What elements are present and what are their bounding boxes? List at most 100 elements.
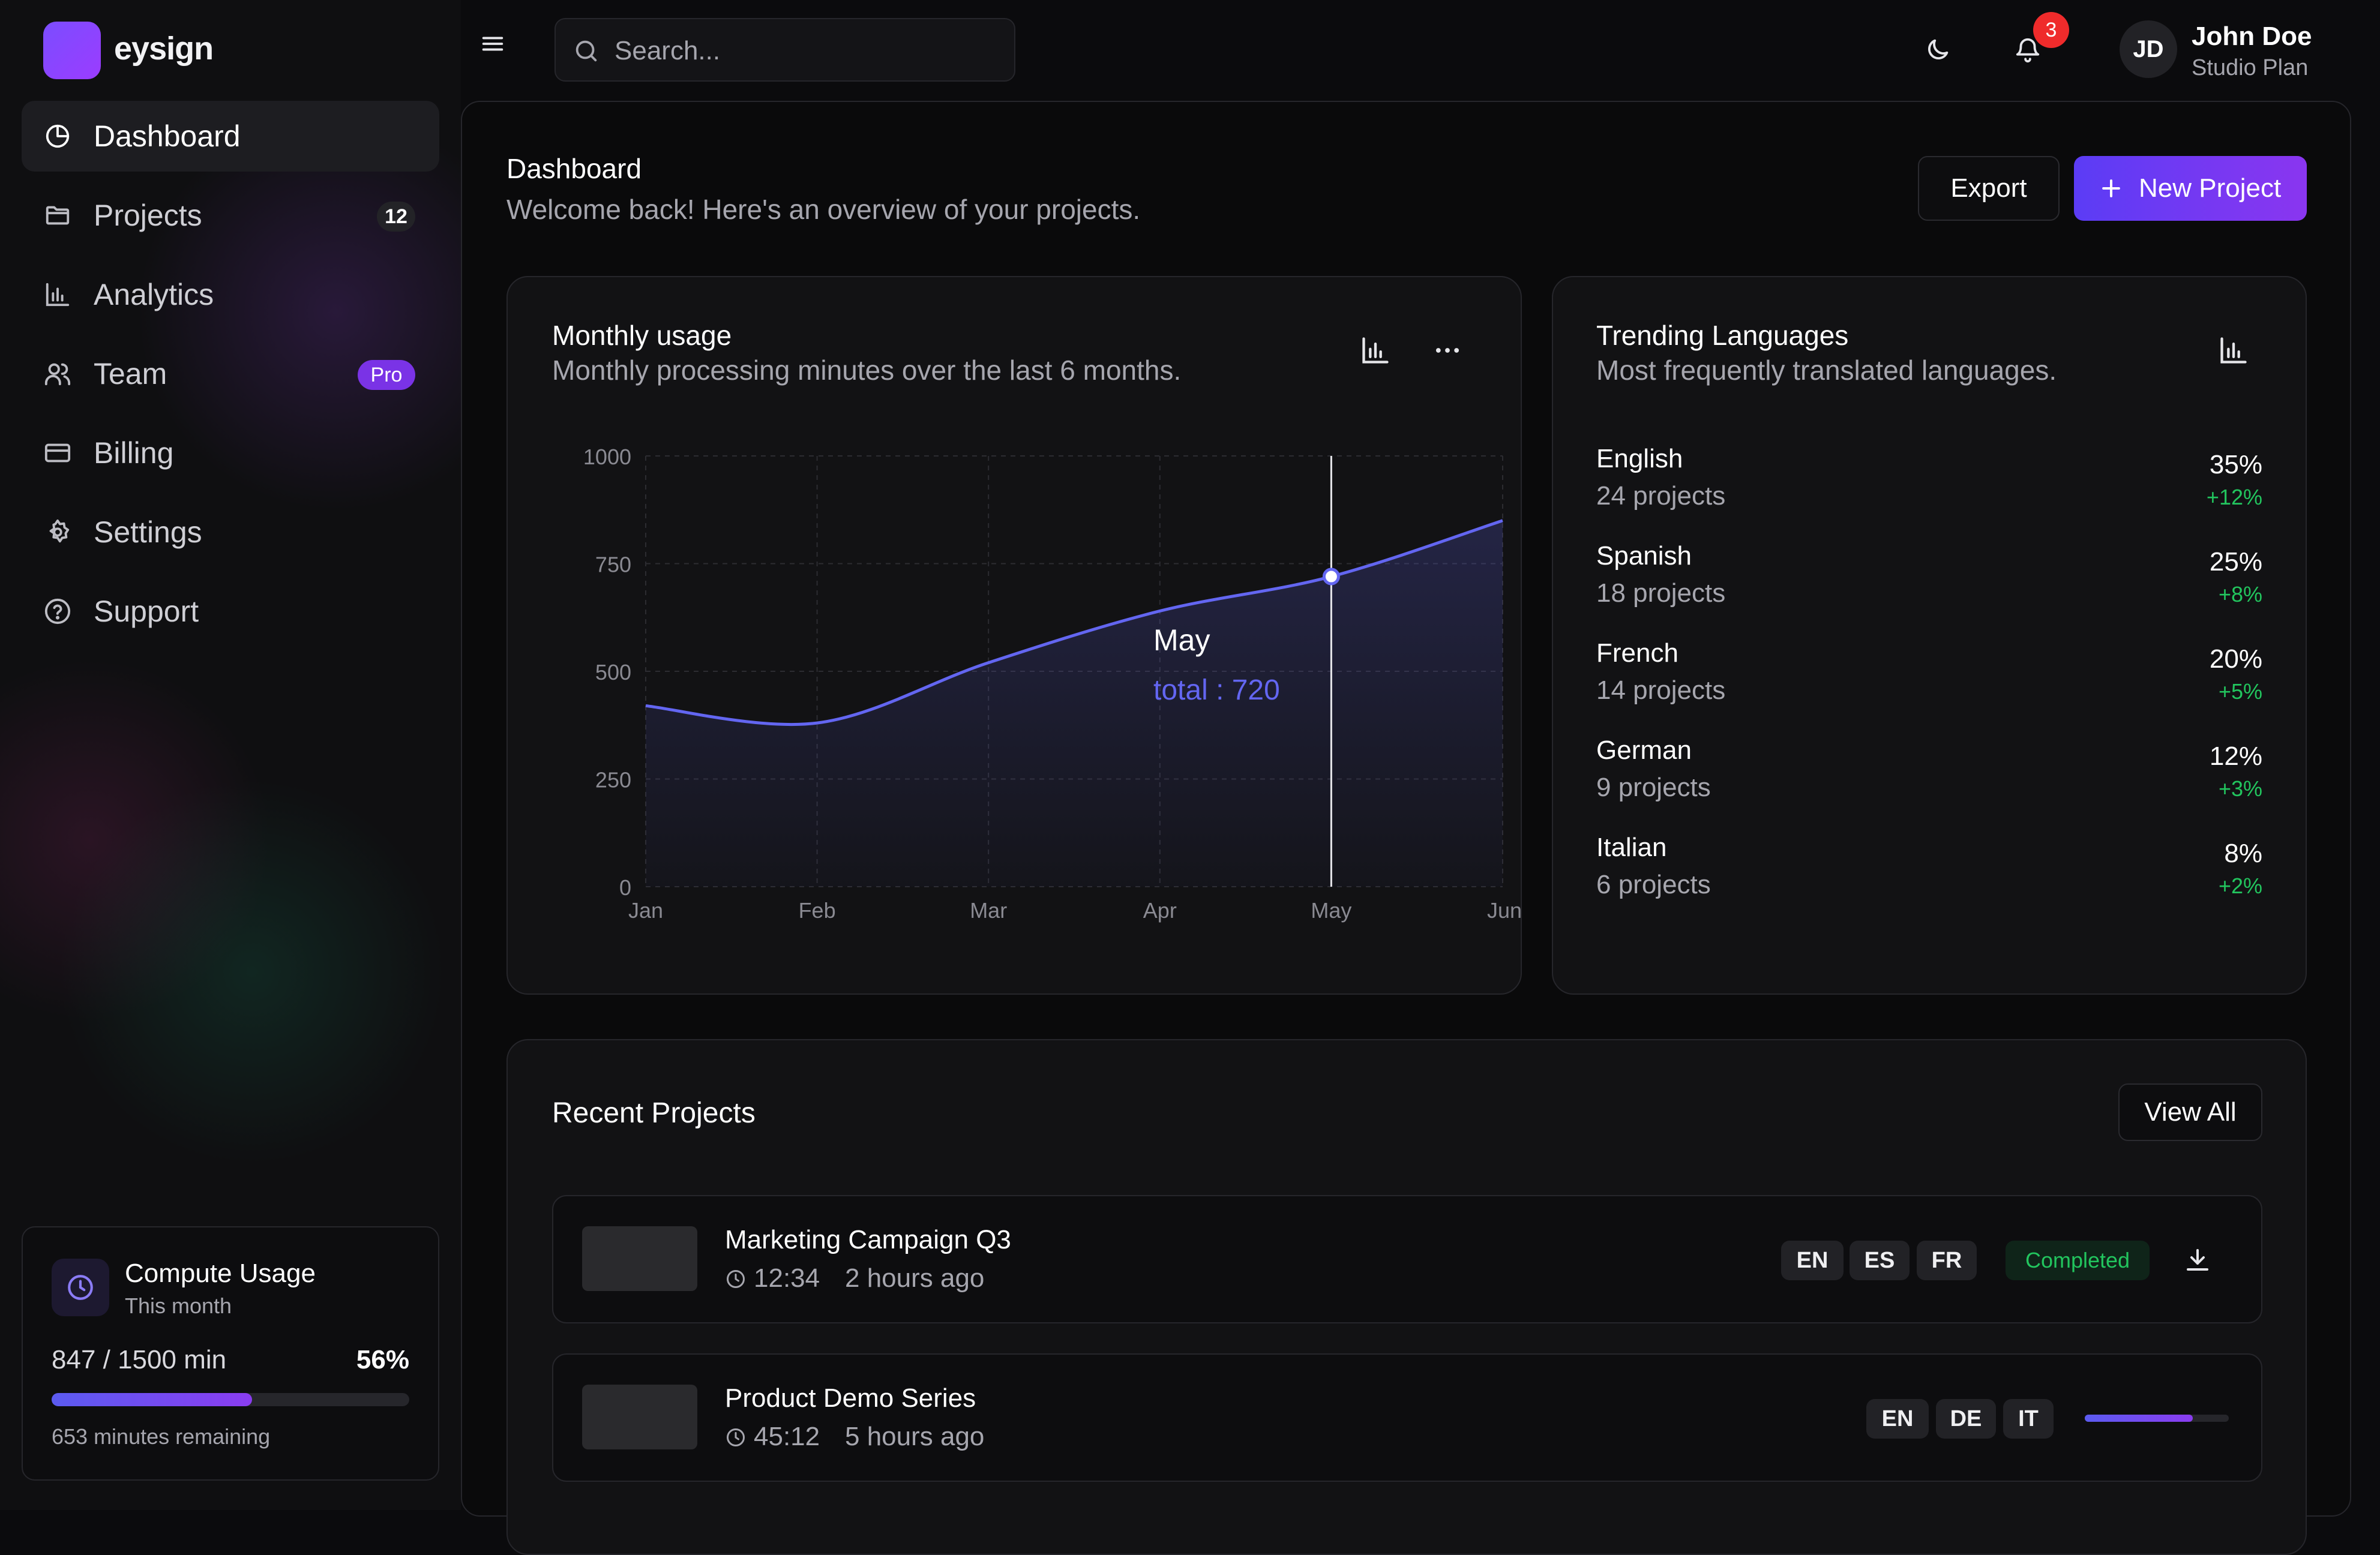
export-button[interactable]: Export — [1918, 156, 2060, 221]
search-box[interactable]: Search... — [554, 18, 1015, 82]
sidebar-item-team[interactable]: Team Pro — [22, 338, 439, 409]
chart-tooltip-month: May — [1153, 623, 1210, 657]
search-input[interactable]: Search... — [615, 36, 720, 66]
clock-icon — [727, 1270, 745, 1288]
language-projects: 24 projects — [1596, 481, 1726, 511]
language-chip: IT — [2003, 1399, 2054, 1439]
avatar[interactable]: JD — [2120, 20, 2177, 78]
language-percent: 12% — [2209, 742, 2262, 771]
language-percent: 25% — [2209, 547, 2262, 577]
language-chip: DE — [1936, 1399, 1996, 1439]
language-percent: 20% — [2209, 644, 2262, 674]
language-change: +12% — [2206, 485, 2262, 509]
user-name[interactable]: John Doe — [2192, 22, 2312, 52]
language-projects: 18 projects — [1596, 578, 1726, 608]
chart-tooltip-value: total : 720 — [1153, 674, 1280, 706]
chart-highlight-point — [1322, 568, 1340, 586]
chart-x-tick-label: Jan — [628, 898, 663, 923]
project-thumbnail — [582, 1226, 697, 1291]
language-projects: 9 projects — [1596, 773, 1711, 802]
usage-progress-fill — [52, 1393, 252, 1406]
usage-remaining: 653 minutes remaining — [52, 1424, 271, 1449]
project-name: Product Demo Series — [725, 1383, 976, 1413]
clock-icon — [52, 1259, 109, 1316]
logo-mark — [43, 22, 101, 79]
moon-icon[interactable] — [1924, 36, 1952, 64]
compute-usage-card: Compute Usage This month 847 / 1500 min … — [22, 1226, 439, 1481]
sidebar-item-label: Settings — [94, 515, 202, 549]
sidebar-item-settings[interactable]: Settings — [22, 497, 439, 568]
notification-badge: 3 — [2033, 12, 2069, 48]
sidebar: eysign Dashboard Projects 12 Analytics T… — [0, 0, 461, 1510]
chart-x-tick-label: Apr — [1143, 898, 1177, 923]
project-name: Marketing Campaign Q3 — [725, 1225, 1011, 1254]
sidebar-item-support[interactable]: Support — [22, 576, 439, 647]
language-name: English — [1596, 444, 1683, 473]
download-icon[interactable] — [2183, 1245, 2212, 1274]
project-row[interactable]: Marketing Campaign Q3 12:34 2 hours ago … — [552, 1195, 2262, 1323]
language-percent: 35% — [2209, 450, 2262, 479]
sidebar-item-analytics[interactable]: Analytics — [22, 259, 439, 330]
monthly-usage-chart: 0 250 500 750 1000 Jan Feb Mar Apr May Jun May to… — [583, 445, 1522, 923]
projects-count-badge: 12 — [377, 202, 415, 232]
sidebar-item-dashboard[interactable]: Dashboard — [22, 101, 439, 172]
language-chip: ES — [1850, 1241, 1910, 1280]
trending-languages-card: Trending Languages Most frequently trans… — [1552, 276, 2307, 995]
compute-usage-title: Compute Usage — [125, 1259, 316, 1288]
project-progress-fill — [2085, 1415, 2193, 1422]
page-subtitle: Welcome back! Here's an overview of your… — [506, 194, 1141, 225]
language-row: German 9 projects 12% +3% — [1553, 736, 2306, 831]
bar-chart-icon[interactable] — [2218, 335, 2249, 366]
language-percent: 8% — [2224, 839, 2262, 868]
language-name: Italian — [1596, 833, 1667, 862]
language-name: French — [1596, 638, 1678, 668]
folder-icon — [43, 201, 72, 230]
brand-name: eysign — [114, 31, 214, 67]
users-icon — [43, 359, 72, 388]
recent-projects-card: Recent Projects View All Marketing Campa… — [506, 1039, 2307, 1555]
language-chip: FR — [1917, 1241, 1977, 1280]
language-row: French 14 projects 20% +5% — [1553, 638, 2306, 734]
menu-icon[interactable] — [479, 30, 506, 58]
new-project-button[interactable]: New Project — [2074, 156, 2307, 221]
sidebar-item-label: Billing — [94, 436, 174, 470]
language-chip: EN — [1781, 1241, 1844, 1280]
bar-chart-icon — [43, 280, 72, 309]
trending-subtitle: Most frequently translated languages. — [1596, 355, 2057, 386]
language-name: German — [1596, 736, 1692, 765]
project-progress-track — [2085, 1415, 2229, 1422]
sidebar-item-billing[interactable]: Billing — [22, 418, 439, 488]
pie-chart-icon — [43, 122, 72, 151]
language-change: +2% — [2218, 873, 2262, 898]
language-row: English 24 projects 35% +12% — [1553, 444, 2306, 540]
project-time: 5 hours ago — [845, 1422, 985, 1451]
clock-icon — [727, 1428, 745, 1446]
chart-y-tick-label: 500 — [595, 660, 631, 685]
sidebar-item-label: Analytics — [94, 278, 214, 311]
usage-amount: 847 / 1500 min — [52, 1345, 227, 1374]
gear-icon — [43, 518, 72, 547]
project-duration: 45:12 — [754, 1422, 820, 1451]
project-row[interactable]: Product Demo Series 45:12 5 hours ago EN… — [552, 1353, 2262, 1482]
usage-progress-track — [52, 1393, 409, 1406]
language-projects: 14 projects — [1596, 676, 1726, 705]
recent-projects-title: Recent Projects — [552, 1097, 756, 1129]
language-row: Spanish 18 projects 25% +8% — [1553, 541, 2306, 637]
chart-x-tick-label: Jun — [1487, 898, 1522, 923]
sidebar-item-label: Support — [94, 595, 199, 628]
view-all-button[interactable]: View All — [2118, 1083, 2262, 1141]
sidebar-item-projects[interactable]: Projects 12 — [22, 180, 439, 251]
credit-card-icon — [43, 439, 72, 467]
user-plan: Studio Plan — [2192, 55, 2309, 80]
sidebar-item-label: Dashboard — [94, 119, 241, 153]
status-badge: Completed — [2006, 1241, 2150, 1280]
new-project-label: New Project — [2139, 173, 2282, 203]
project-duration: 12:34 — [754, 1263, 820, 1293]
project-time: 2 hours ago — [845, 1263, 985, 1293]
chart-area — [646, 520, 1503, 887]
pro-badge: Pro — [358, 360, 415, 390]
language-row: Italian 6 projects 8% +2% — [1553, 833, 2306, 929]
chart-x-tick-label: Feb — [799, 898, 836, 923]
page-title: Dashboard — [506, 153, 642, 184]
chart-y-tick-label: 750 — [595, 553, 631, 577]
